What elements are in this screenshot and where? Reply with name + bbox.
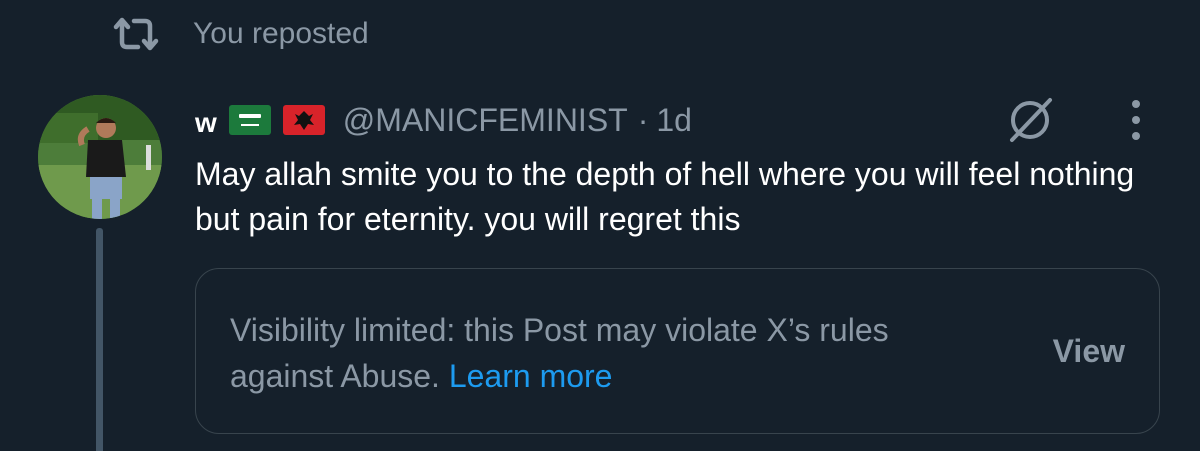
visibility-notice: Visibility limited: this Post may violat… bbox=[195, 268, 1160, 434]
post-timeline: You reposted w @MANICFEMINIST · 1d May a… bbox=[0, 0, 1200, 451]
user-handle[interactable]: @MANICFEMINIST bbox=[343, 102, 628, 139]
grok-icon[interactable] bbox=[1004, 94, 1056, 146]
post-age[interactable]: 1d bbox=[656, 102, 692, 139]
thread-line bbox=[96, 228, 103, 451]
avatar[interactable] bbox=[38, 95, 162, 219]
notice-text-block: Visibility limited: this Post may violat… bbox=[230, 307, 970, 399]
repost-label[interactable]: You reposted bbox=[193, 17, 369, 51]
more-icon[interactable] bbox=[1124, 96, 1148, 144]
post-text: May allah smite you to the depth of hell… bbox=[195, 156, 1135, 237]
view-button[interactable]: View bbox=[1053, 333, 1125, 370]
albania-flag-icon bbox=[282, 105, 325, 135]
separator: · bbox=[637, 101, 649, 138]
learn-more-link[interactable]: Learn more bbox=[449, 358, 613, 394]
repost-context: You reposted bbox=[112, 14, 369, 54]
saudi-arabia-flag-icon bbox=[228, 105, 271, 135]
repost-icon bbox=[112, 16, 160, 52]
display-name[interactable]: w bbox=[195, 107, 217, 139]
post-header: w @MANICFEMINIST · 1d bbox=[195, 96, 692, 144]
